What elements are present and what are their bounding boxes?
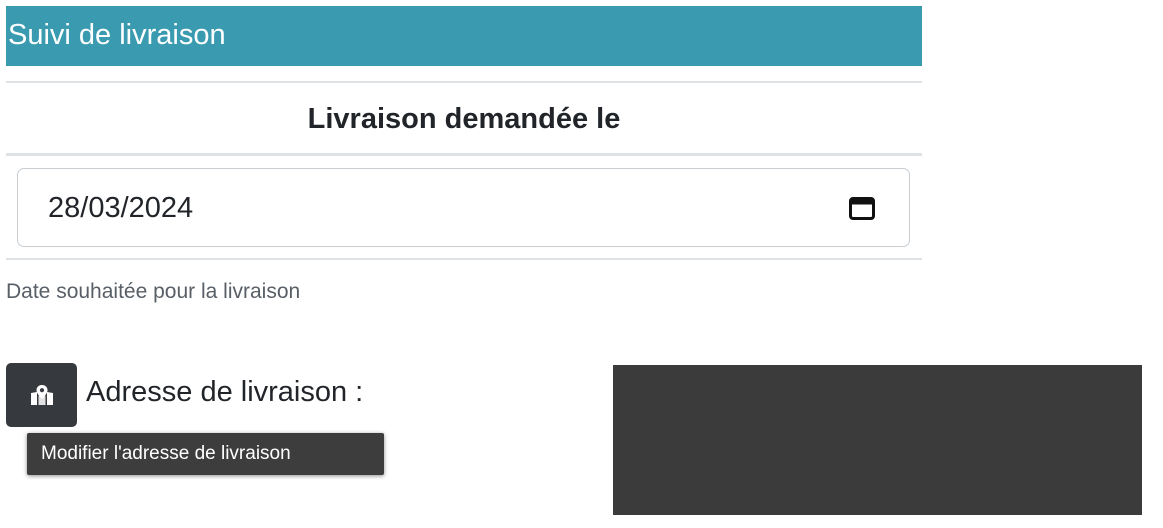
divider [6, 81, 922, 83]
delivery-address-label: Adresse de livraison : [86, 376, 364, 408]
edit-address-button[interactable] [6, 363, 77, 427]
panel-header: Suivi de livraison [6, 6, 922, 66]
delivery-tracking-panel: Suivi de livraison Livraison demandée le… [0, 0, 1163, 528]
edit-address-tooltip: Modifier l'adresse de livraison [27, 433, 384, 475]
panel-title: Suivi de livraison [8, 19, 226, 51]
delivery-date-value[interactable]: 28/03/2024 [48, 169, 193, 248]
divider [6, 258, 922, 260]
map-marker-icon [31, 385, 53, 405]
requested-date-heading: Livraison demandée le [307, 103, 621, 135]
divider [6, 153, 922, 156]
delivery-date-input[interactable]: 28/03/2024 [17, 168, 910, 247]
date-help-text: Date souhaitée pour la livraison [6, 280, 301, 303]
redacted-address-block [613, 365, 1142, 515]
calendar-icon[interactable] [849, 196, 875, 220]
